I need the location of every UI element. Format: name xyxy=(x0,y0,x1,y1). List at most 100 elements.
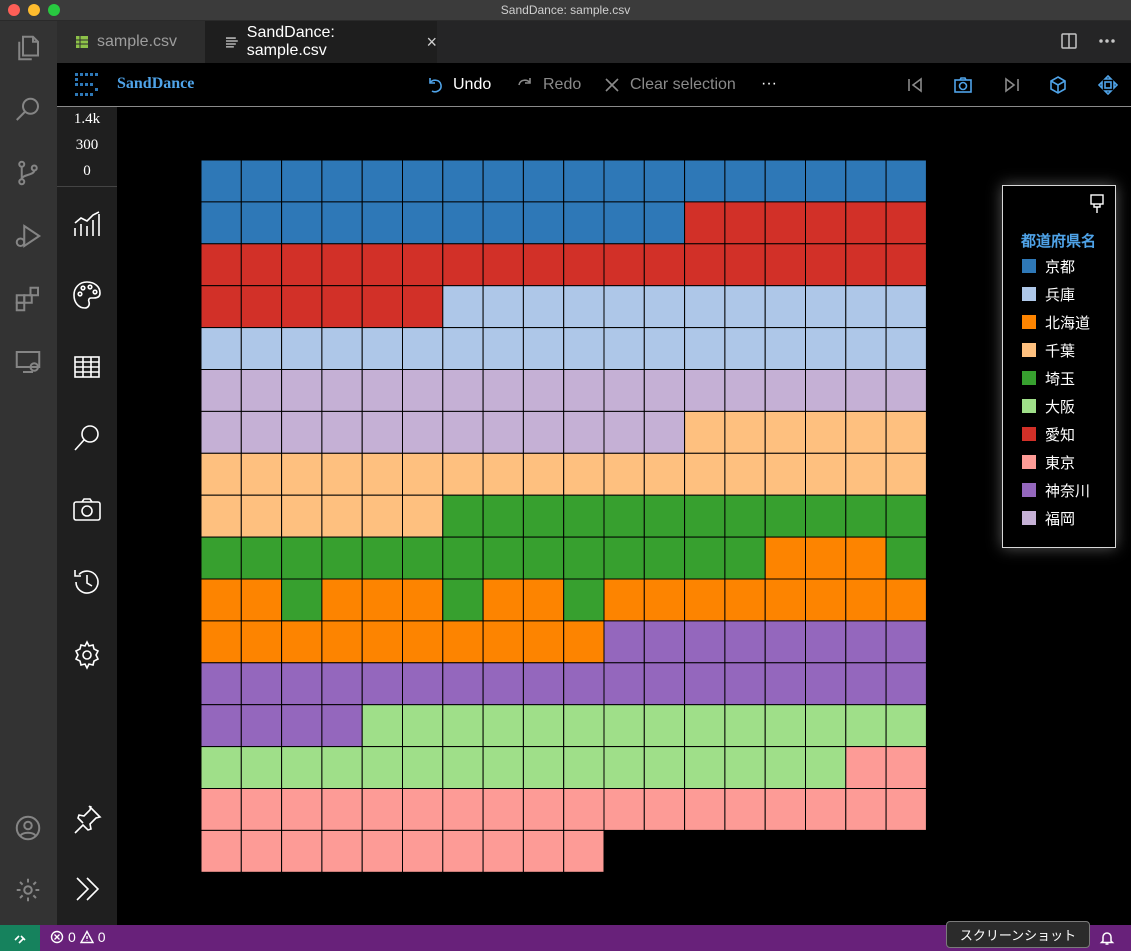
grid-cell[interactable] xyxy=(724,452,766,496)
grid-cell[interactable] xyxy=(240,452,283,496)
grid-cell[interactable] xyxy=(402,159,444,203)
grid-cell[interactable] xyxy=(885,536,927,580)
grid-cell[interactable] xyxy=(643,452,686,496)
grid-cell[interactable] xyxy=(240,662,283,706)
grid-cell[interactable] xyxy=(321,285,363,329)
grid-cell[interactable] xyxy=(603,704,645,748)
grid-cell[interactable] xyxy=(361,662,403,706)
grid-cell[interactable] xyxy=(563,578,605,622)
grid-cell[interactable] xyxy=(643,536,686,580)
grid-cell[interactable] xyxy=(482,452,524,496)
grid-cell[interactable] xyxy=(321,452,363,496)
grid-cell[interactable] xyxy=(442,369,484,412)
grid-cell[interactable] xyxy=(684,452,726,496)
grid-cell[interactable] xyxy=(805,410,847,454)
grid-cell[interactable] xyxy=(522,829,565,873)
grid-cell[interactable] xyxy=(885,201,927,245)
explorer-icon[interactable] xyxy=(9,29,47,67)
grid-cell[interactable] xyxy=(724,327,766,371)
grid-cell[interactable] xyxy=(805,327,847,371)
grid-cell[interactable] xyxy=(361,410,403,454)
grid-cell[interactable] xyxy=(321,369,363,412)
settings-gear-icon[interactable] xyxy=(69,637,105,673)
grid-cell[interactable] xyxy=(603,410,645,454)
grid-cell[interactable] xyxy=(603,243,645,287)
more-actions-icon[interactable] xyxy=(1097,31,1117,51)
grid-cell[interactable] xyxy=(885,788,927,831)
grid-cell[interactable] xyxy=(281,159,323,203)
grid-cell[interactable] xyxy=(200,578,242,622)
grid-cell[interactable] xyxy=(603,285,645,329)
grid-cell[interactable] xyxy=(361,536,403,580)
grid-cell[interactable] xyxy=(442,746,484,789)
remote-explorer-icon[interactable] xyxy=(9,343,47,381)
grid-cell[interactable] xyxy=(402,369,444,412)
grid-cell[interactable] xyxy=(200,829,242,873)
grid-cell[interactable] xyxy=(563,662,605,706)
camera-icon[interactable] xyxy=(69,492,105,528)
grid-cell[interactable] xyxy=(361,746,403,789)
grid-cell[interactable] xyxy=(200,327,242,371)
grid-cell[interactable] xyxy=(321,829,363,873)
grid-cell[interactable] xyxy=(805,494,847,538)
grid-cell[interactable] xyxy=(643,494,686,538)
fit-view-icon[interactable] xyxy=(1097,74,1119,96)
grid-cell[interactable] xyxy=(402,327,444,371)
legend-item[interactable]: 北海道 xyxy=(1021,312,1090,332)
grid-cell[interactable] xyxy=(684,662,726,706)
grid-cell[interactable] xyxy=(764,369,807,412)
grid-cell[interactable] xyxy=(684,494,726,538)
grid-cell[interactable] xyxy=(563,788,605,831)
legend-item[interactable]: 東京 xyxy=(1021,452,1075,472)
grid-cell[interactable] xyxy=(805,285,847,329)
grid-cell[interactable] xyxy=(361,285,403,329)
grid-cell[interactable] xyxy=(402,704,444,748)
grid-cell[interactable] xyxy=(522,704,565,748)
legend-item[interactable]: 愛知 xyxy=(1021,424,1075,444)
grid-cell[interactable] xyxy=(482,536,524,580)
grid-cell[interactable] xyxy=(240,201,283,245)
grid-cell[interactable] xyxy=(563,201,605,245)
grid-cell[interactable] xyxy=(885,369,927,412)
grid-cell[interactable] xyxy=(281,578,323,622)
grid-cell[interactable] xyxy=(764,243,807,287)
grid-cell[interactable] xyxy=(643,788,686,831)
grid-cell[interactable] xyxy=(603,578,645,622)
grid-cell[interactable] xyxy=(603,369,645,412)
search-icon[interactable] xyxy=(9,91,47,129)
grid-cell[interactable] xyxy=(281,410,323,454)
grid-cell[interactable] xyxy=(402,620,444,664)
grid-cell[interactable] xyxy=(764,536,807,580)
grid-cell[interactable] xyxy=(200,410,242,454)
grid-cell[interactable] xyxy=(724,494,766,538)
grid-cell[interactable] xyxy=(321,159,363,203)
grid-cell[interactable] xyxy=(643,662,686,706)
grid-cell[interactable] xyxy=(805,536,847,580)
grid-cell[interactable] xyxy=(764,746,807,789)
grid-cell[interactable] xyxy=(442,494,484,538)
grid-cell[interactable] xyxy=(240,159,283,203)
grid-cell[interactable] xyxy=(281,788,323,831)
grid-cell[interactable] xyxy=(805,746,847,789)
3d-view-cube-icon[interactable] xyxy=(1047,74,1069,96)
grid-cell[interactable] xyxy=(845,201,887,245)
grid-cell[interactable] xyxy=(482,704,524,748)
grid-cell[interactable] xyxy=(402,536,444,580)
grid-cell[interactable] xyxy=(885,243,927,287)
grid-cell[interactable] xyxy=(724,243,766,287)
expand-chevrons-icon[interactable] xyxy=(69,871,105,907)
grid-cell[interactable] xyxy=(281,620,323,664)
grid-cell[interactable] xyxy=(563,243,605,287)
grid-cell[interactable] xyxy=(482,788,524,831)
grid-cell[interactable] xyxy=(281,369,323,412)
grid-cell[interactable] xyxy=(240,788,283,831)
grid-cell[interactable] xyxy=(361,494,403,538)
grid-cell[interactable] xyxy=(402,285,444,329)
grid-cell[interactable] xyxy=(643,327,686,371)
legend-item[interactable]: 神奈川 xyxy=(1021,480,1090,500)
grid-cell[interactable] xyxy=(442,243,484,287)
grid-cell[interactable] xyxy=(522,494,565,538)
legend-item[interactable]: 埼玉 xyxy=(1021,368,1075,388)
grid-cell[interactable] xyxy=(281,494,323,538)
grid-cell[interactable] xyxy=(281,829,323,873)
